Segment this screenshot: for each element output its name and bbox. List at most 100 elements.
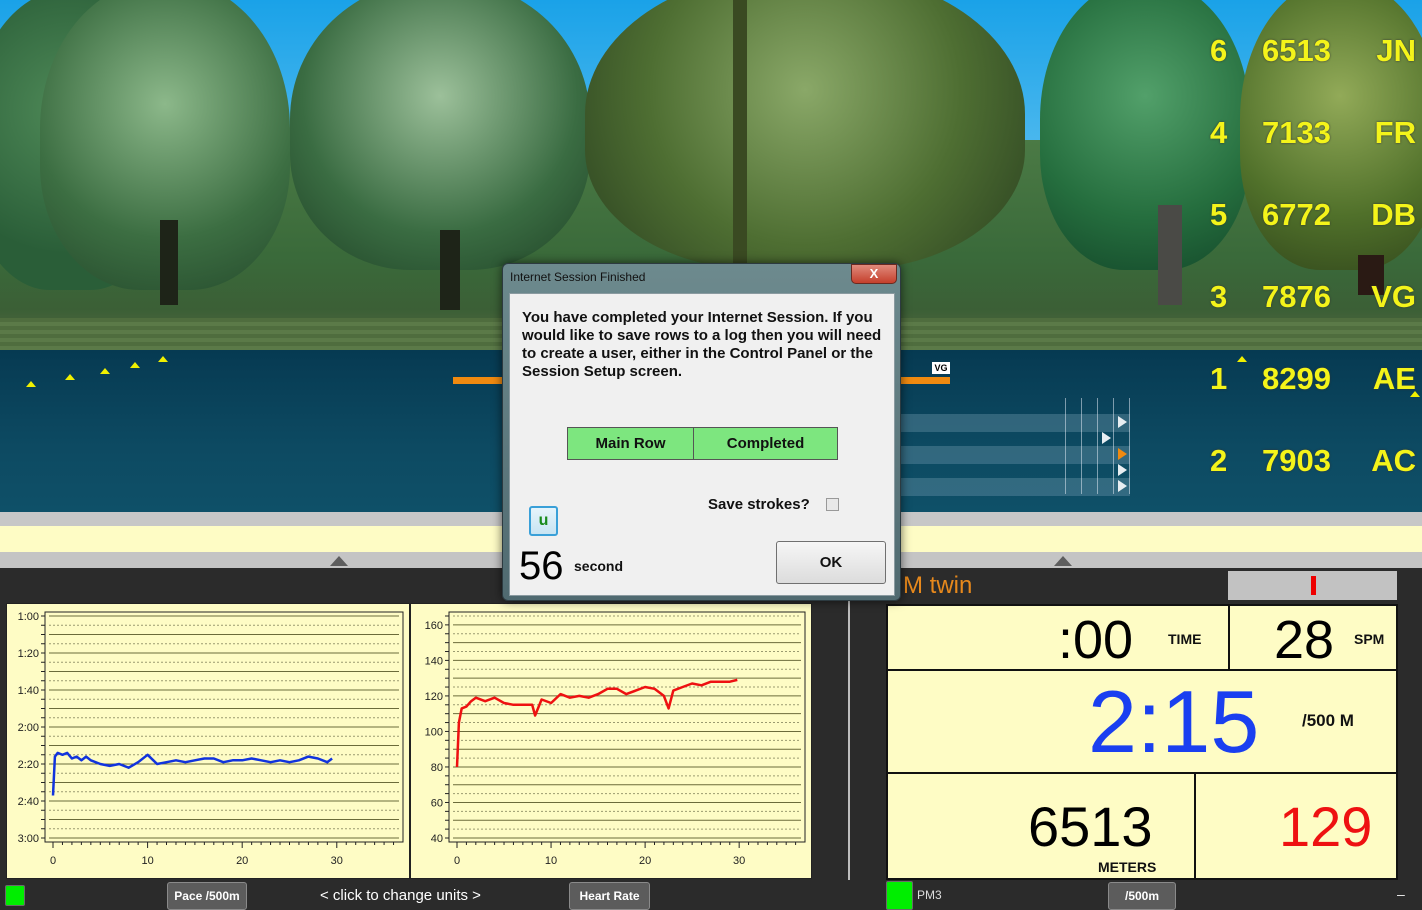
lane-line: [1081, 398, 1082, 494]
lane-line: [1097, 398, 1098, 494]
buoy-icon: [130, 362, 140, 368]
gauge-marker: [1311, 576, 1316, 595]
boat-tag: VG: [932, 362, 950, 374]
row-status-cell: Completed: [694, 428, 837, 459]
lane-line: [1065, 398, 1066, 494]
series-line-heart-rate: [455, 678, 738, 768]
leaderboard-row: 2 7903 AC: [1200, 443, 1422, 483]
leader-distance: 7903: [1262, 443, 1331, 478]
tower: [1158, 205, 1182, 305]
pace-chart: 1:00 1:20 1:40 2:00 2:20 2:40 3:00 0 10 20 30: [18, 611, 404, 867]
leader-initials: FR: [1374, 115, 1416, 150]
lane-line: [1113, 398, 1114, 494]
dialog-message: You have completed your Internet Session…: [522, 309, 882, 380]
leader-distance: 7876: [1262, 279, 1331, 314]
leader-initials: DB: [1371, 197, 1416, 232]
leader-distance: 6513: [1262, 33, 1331, 68]
plot-area: [448, 611, 806, 843]
close-button[interactable]: X: [851, 264, 897, 284]
heart-rate-value: 129: [1279, 795, 1373, 858]
spm-cell: 28 SPM: [1228, 604, 1398, 671]
u-button[interactable]: u: [529, 506, 558, 536]
y-tick-label: 140: [425, 655, 443, 667]
leaderboard-row: 5 6772 DB: [1200, 197, 1422, 237]
lane-line: [1129, 398, 1130, 494]
y-tick-label: 40: [431, 833, 443, 845]
buoy-icon: [158, 356, 168, 362]
rower-marker-self-icon: [1118, 448, 1127, 460]
x-tick-label: 20: [236, 855, 248, 867]
pace-unit: /500 M: [1302, 711, 1354, 730]
force-gauge: [1228, 571, 1397, 600]
leader-initials: AE: [1372, 361, 1416, 396]
pace-value: 2:15: [1088, 672, 1260, 771]
close-icon: X: [869, 266, 879, 281]
tree-trunk: [733, 0, 747, 265]
y-tick-label: 2:20: [18, 759, 39, 771]
y-tick-label: 2:00: [18, 722, 39, 734]
pace-units-button[interactable]: Pace /500m: [167, 882, 247, 910]
change-units-hint[interactable]: < click to change units >: [320, 887, 481, 904]
expand-up-icon[interactable]: [1054, 556, 1072, 566]
status-led: [5, 885, 25, 906]
x-tick-label: 10: [545, 855, 557, 867]
leaderboard-row: 1 8299 AE: [1200, 361, 1422, 401]
save-strokes-checkbox[interactable]: [826, 498, 839, 511]
buoy-icon: [65, 374, 75, 380]
leader-position: 3: [1210, 279, 1228, 314]
leader-distance: 7133: [1262, 115, 1331, 150]
save-strokes-label: Save strokes?: [708, 496, 810, 513]
leaderboard-row: 3 7876 VG: [1200, 279, 1422, 319]
ok-button[interactable]: OK: [776, 541, 886, 584]
internet-session-finished-dialog: Internet Session Finished X You have com…: [502, 263, 901, 601]
meters-cell: 6513 METERS: [886, 772, 1196, 880]
lane-strip: [900, 478, 1130, 496]
leader-distance: 6772: [1262, 197, 1331, 232]
leaderboard-row: 6 6513 JN: [1200, 33, 1422, 73]
dialog-body: You have completed your Internet Session…: [509, 293, 895, 596]
series-line-pace: [51, 751, 333, 796]
vertical-splitter[interactable]: [848, 568, 850, 910]
meters-value: 6513: [1028, 795, 1153, 858]
monitor-units-button[interactable]: /500m: [1108, 882, 1176, 910]
rower-marker-icon: [1118, 416, 1127, 428]
heart-rate-cell: 129: [1194, 772, 1398, 880]
y-tick-label: 3:00: [18, 833, 39, 845]
leader-position: 4: [1210, 115, 1228, 150]
x-tick-label: 30: [733, 855, 745, 867]
leader-position: 6: [1210, 33, 1228, 68]
tree-trunk: [440, 230, 460, 310]
buoy-icon: [26, 381, 36, 387]
heart-rate-units-button[interactable]: Heart Rate: [569, 882, 650, 910]
tree-trunk: [160, 220, 178, 305]
y-tick-label: 1:40: [18, 685, 39, 697]
minimize-button[interactable]: –: [1397, 886, 1405, 902]
x-tick-label: 20: [639, 855, 651, 867]
leader-initials: AC: [1371, 443, 1416, 478]
x-tick-label: 10: [141, 855, 153, 867]
y-tick-label: 1:20: [18, 648, 39, 660]
y-tick-label: 160: [425, 620, 443, 632]
spm-value: 28: [1274, 610, 1335, 670]
dialog-title: Internet Session Finished: [510, 270, 646, 284]
y-tick-label: 80: [431, 762, 443, 774]
expand-up-icon[interactable]: [330, 556, 348, 566]
rowing-app: VG 6 6513 JN 4 7133 FR 5 6772 DB 3 7876 …: [0, 0, 1422, 910]
time-value: :00: [1058, 610, 1134, 670]
leader-position: 5: [1210, 197, 1228, 232]
rower-marker-icon: [1118, 480, 1127, 492]
x-tick-label: 30: [331, 855, 343, 867]
y-tick-label: 2:40: [18, 796, 39, 808]
leader-distance: 8299: [1262, 361, 1331, 396]
countdown-value: 56: [519, 544, 564, 588]
row-name-cell: Main Row: [568, 428, 694, 459]
leader-initials: VG: [1371, 279, 1416, 314]
time-unit: TIME: [1168, 631, 1202, 647]
pm-connection-led: [886, 881, 913, 910]
leader-initials: JN: [1376, 33, 1416, 68]
rower-marker-icon: [1118, 464, 1127, 476]
leader-position: 2: [1210, 443, 1228, 478]
y-tick-label: 60: [431, 797, 443, 809]
spm-unit: SPM: [1354, 631, 1385, 647]
time-cell: :00 TIME: [886, 604, 1230, 671]
